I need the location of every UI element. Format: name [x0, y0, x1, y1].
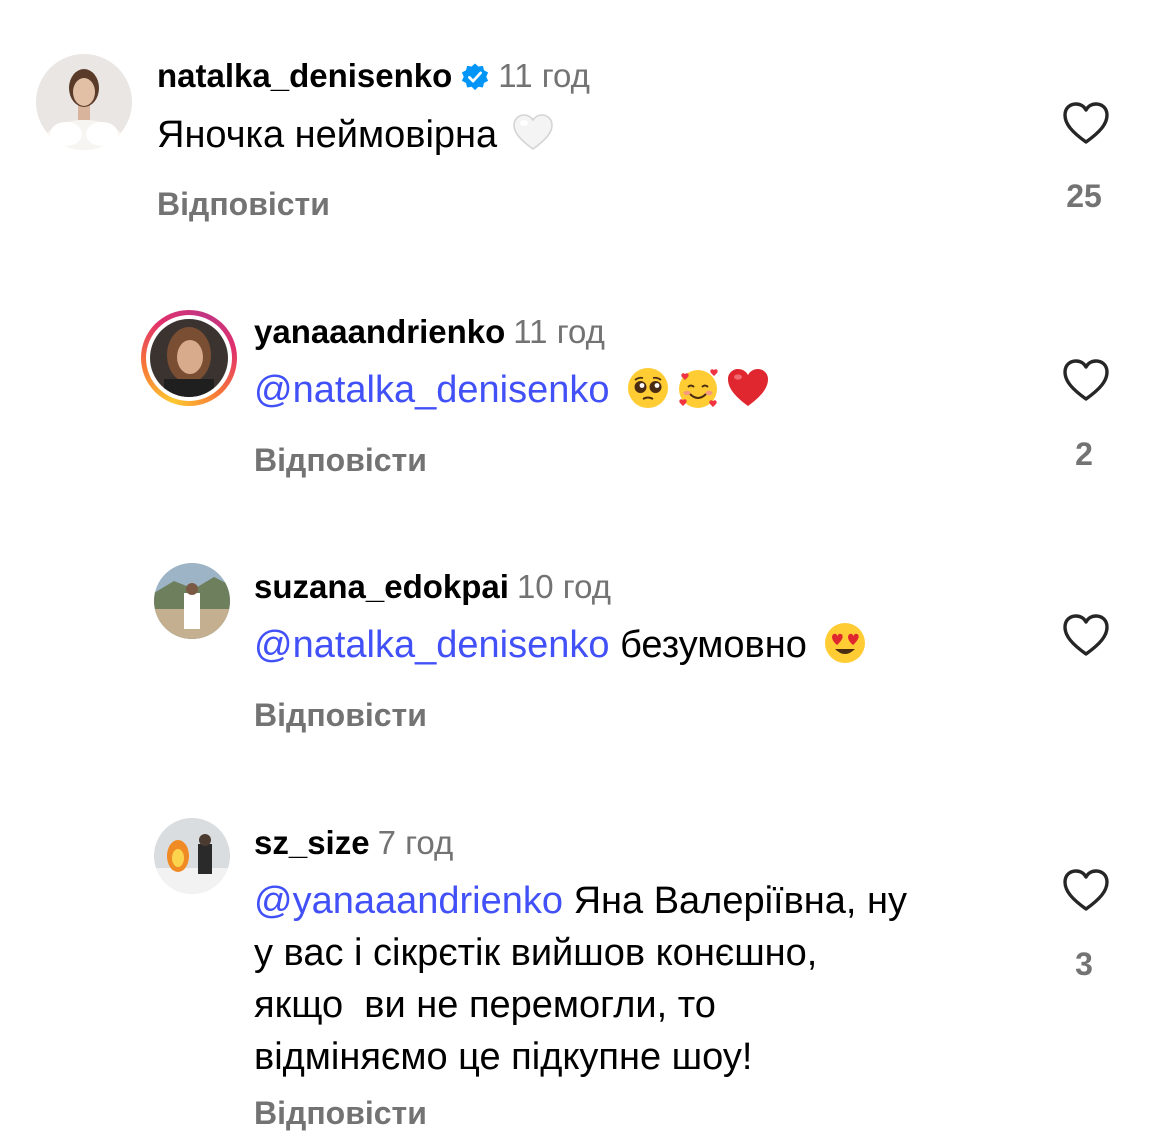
comment-body-line: відміняємо це підкупне шоу! [254, 1036, 753, 1078]
comment-body-line: якщо ви не перемогли, то [254, 984, 716, 1026]
comment-text: @natalka_denisenko [254, 364, 770, 416]
username[interactable]: yanaaandrienko [254, 313, 505, 350]
comment-text: Яночка неймовірна [157, 109, 555, 161]
reply-button[interactable]: Відповісти [254, 695, 427, 735]
mention-link[interactable]: @yanaaandrienko [254, 880, 563, 922]
username[interactable]: suzana_edokpai [254, 568, 509, 605]
username[interactable]: sz_size [254, 824, 370, 861]
comment-text: @natalka_denisenko безумовно [254, 619, 867, 671]
username[interactable]: natalka_denisenko [157, 57, 452, 94]
comment-body-line: Яна Валеріївна, ну [573, 880, 908, 922]
timestamp: 11 год [513, 313, 605, 350]
reply-button[interactable]: Відповісти [254, 1093, 427, 1133]
avatar-sz-size[interactable] [154, 818, 230, 894]
comment-text-line-4: відміняємо це підкупне шоу! [254, 1031, 752, 1083]
mention-link[interactable]: @natalka_denisenko [254, 369, 610, 411]
smiling-face-with-hearts-icon [678, 369, 718, 408]
comment-body-line: у вас і сікрєтік вийшов конєшно, [254, 932, 818, 974]
mention-link[interactable]: @natalka_denisenko [254, 624, 610, 666]
comment-header: suzana_edokpai 10 год [254, 567, 611, 607]
avatar-yanaaandrienko[interactable] [150, 319, 228, 397]
heart-outline-icon[interactable] [1061, 612, 1111, 658]
comment-body: Яночка неймовірна [157, 114, 498, 156]
comment-text-line-3: якщо ви не перемогли, то [254, 979, 716, 1031]
avatar-natalka[interactable] [36, 54, 132, 150]
comment-header: natalka_denisenko 11 год [157, 56, 590, 96]
like-count: 25 [1066, 178, 1102, 214]
red-heart-icon [727, 369, 768, 406]
like-count: 2 [1075, 436, 1093, 472]
comment-header: sz_size 7 год [254, 823, 453, 863]
timestamp: 7 год [377, 824, 454, 861]
white-heart-icon [513, 114, 553, 150]
verified-badge-icon [462, 63, 489, 91]
comment-header: yanaaandrienko 11 год [254, 312, 605, 352]
comment-body: безумовно [620, 624, 807, 666]
like-count: 3 [1075, 946, 1093, 982]
timestamp: 10 год [516, 568, 612, 605]
heart-outline-icon[interactable] [1061, 100, 1111, 146]
reply-button[interactable]: Відповісти [254, 440, 427, 480]
pleading-face-icon [627, 368, 668, 408]
timestamp: 11 год [498, 57, 590, 94]
heart-eyes-face-icon [824, 623, 865, 663]
reply-button[interactable]: Відповісти [157, 184, 330, 224]
heart-outline-icon[interactable] [1061, 867, 1111, 913]
avatar-suzana[interactable] [154, 563, 230, 639]
comment-text-line-2: у вас і сікрєтік вийшов конєшно, [254, 927, 817, 979]
comment-text-line-1: @yanaaandrienko Яна Валеріївна, ну [254, 875, 907, 927]
heart-outline-icon[interactable] [1061, 357, 1111, 403]
